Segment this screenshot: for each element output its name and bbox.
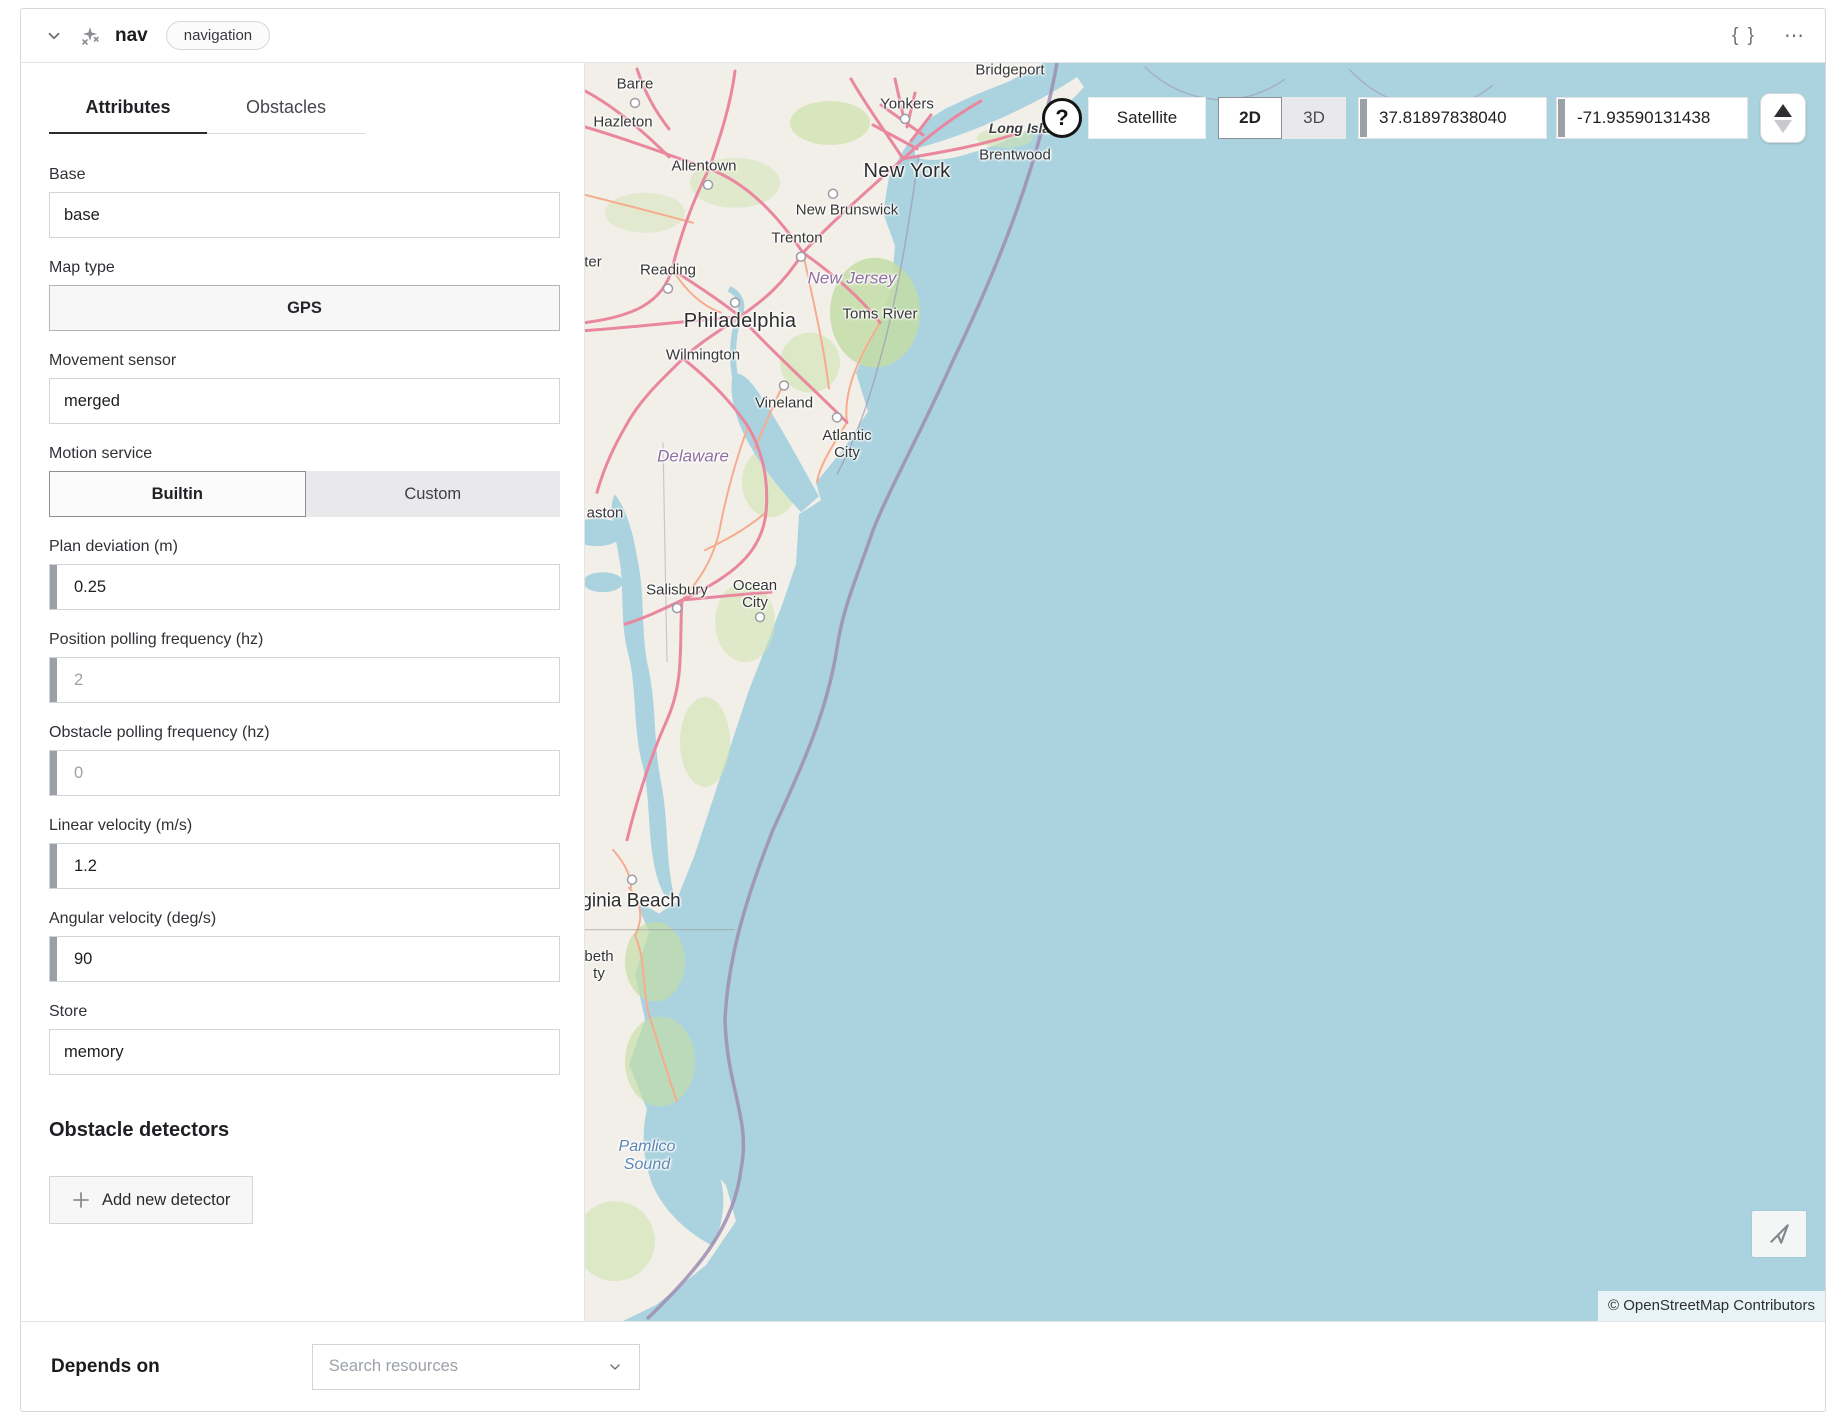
search-resources-placeholder: Search resources — [329, 1357, 458, 1376]
plan-deviation-input[interactable] — [49, 564, 560, 610]
more-menu-button[interactable]: ⋯ — [1784, 23, 1805, 48]
map-attribution[interactable]: © OpenStreetMap Contributors — [1598, 1291, 1825, 1321]
linear-velocity-label: Linear velocity (m/s) — [49, 817, 560, 835]
motion-service-custom-option[interactable]: Custom — [306, 471, 561, 517]
base-label: Base — [49, 166, 560, 184]
linear-velocity-input[interactable] — [49, 843, 560, 889]
store-input[interactable] — [49, 1029, 560, 1075]
field-linear-velocity: Linear velocity (m/s) — [49, 817, 560, 889]
obstacle-detectors-heading: Obstacle detectors — [49, 1119, 560, 1142]
satellite-toggle-button[interactable]: Satellite — [1088, 97, 1206, 139]
base-input[interactable] — [49, 192, 560, 238]
field-plan-deviation: Plan deviation (m) — [49, 538, 560, 610]
add-detector-button[interactable]: Add new detector — [49, 1176, 253, 1224]
field-position-polling: Position polling frequency (hz) — [49, 631, 560, 703]
depends-on-heading: Depends on — [51, 1356, 160, 1378]
field-obstacle-polling: Obstacle polling frequency (hz) — [49, 724, 560, 796]
position-polling-label: Position polling frequency (hz) — [49, 631, 560, 649]
store-label: Store — [49, 1003, 560, 1021]
card-footer: Depends on Search resources — [21, 1321, 1825, 1411]
plus-icon — [72, 1191, 90, 1209]
angular-velocity-input[interactable] — [49, 936, 560, 982]
map-graphic — [585, 63, 1825, 1321]
motion-service-builtin-option[interactable]: Builtin — [49, 471, 306, 517]
map-type-label: Map type — [49, 259, 560, 277]
tab-obstacles[interactable]: Obstacles — [207, 97, 365, 134]
movement-sensor-label: Movement sensor — [49, 352, 560, 370]
card-body: Attributes Obstacles Base Map type GPS M… — [21, 63, 1825, 1321]
field-motion-service: Motion service Builtin Custom — [49, 445, 560, 517]
coordinate-stepper[interactable] — [1760, 93, 1806, 143]
step-down-icon[interactable] — [1774, 120, 1792, 133]
angular-velocity-label: Angular velocity (deg/s) — [49, 910, 560, 928]
field-angular-velocity: Angular velocity (deg/s) — [49, 910, 560, 982]
view-3d-button[interactable]: 3D — [1282, 97, 1346, 139]
depends-on-select[interactable]: Search resources — [312, 1344, 640, 1390]
motion-service-segmented: Builtin Custom — [49, 471, 560, 517]
view-mode-segmented: 2D 3D — [1218, 97, 1346, 139]
obstacle-polling-input[interactable] — [49, 750, 560, 796]
map-canvas[interactable]: BarreHazletonAllentownReadingterPhiladel… — [585, 63, 1825, 1321]
add-detector-label: Add new detector — [102, 1191, 230, 1210]
resource-type-badge: navigation — [166, 21, 270, 50]
longitude-field — [1556, 97, 1748, 139]
plan-deviation-label: Plan deviation (m) — [49, 538, 560, 556]
locate-button[interactable] — [1752, 1211, 1806, 1257]
view-2d-button[interactable]: 2D — [1218, 97, 1282, 139]
field-map-type: Map type GPS — [49, 259, 560, 331]
sparkles-icon — [77, 23, 103, 49]
collapse-chevron-icon[interactable] — [41, 23, 67, 49]
latitude-field — [1358, 97, 1547, 139]
movement-sensor-input[interactable] — [49, 378, 560, 424]
resource-card: nav navigation { } ⋯ Attributes Obstacle… — [20, 8, 1826, 1412]
step-up-icon[interactable] — [1774, 104, 1792, 117]
tab-attributes[interactable]: Attributes — [49, 97, 207, 134]
field-store: Store — [49, 1003, 560, 1075]
navigation-arrow-icon — [1766, 1221, 1792, 1247]
tab-bar: Attributes Obstacles — [49, 97, 560, 134]
latitude-input[interactable] — [1359, 98, 1546, 138]
obstacle-polling-label: Obstacle polling frequency (hz) — [49, 724, 560, 742]
help-button[interactable]: ? — [1042, 98, 1082, 138]
position-polling-input[interactable] — [49, 657, 560, 703]
code-braces-button[interactable]: { } — [1732, 25, 1756, 47]
motion-service-label: Motion service — [49, 445, 560, 463]
card-header: nav navigation { } ⋯ — [21, 9, 1825, 63]
field-movement-sensor: Movement sensor — [49, 352, 560, 424]
config-panel: Attributes Obstacles Base Map type GPS M… — [21, 63, 585, 1321]
chevron-down-icon — [607, 1359, 623, 1375]
field-base: Base — [49, 166, 560, 238]
resource-name: nav — [115, 25, 148, 47]
longitude-input[interactable] — [1557, 98, 1747, 138]
map-type-gps-button[interactable]: GPS — [49, 285, 560, 331]
map-controls: ? Satellite 2D 3D — [1042, 93, 1806, 143]
